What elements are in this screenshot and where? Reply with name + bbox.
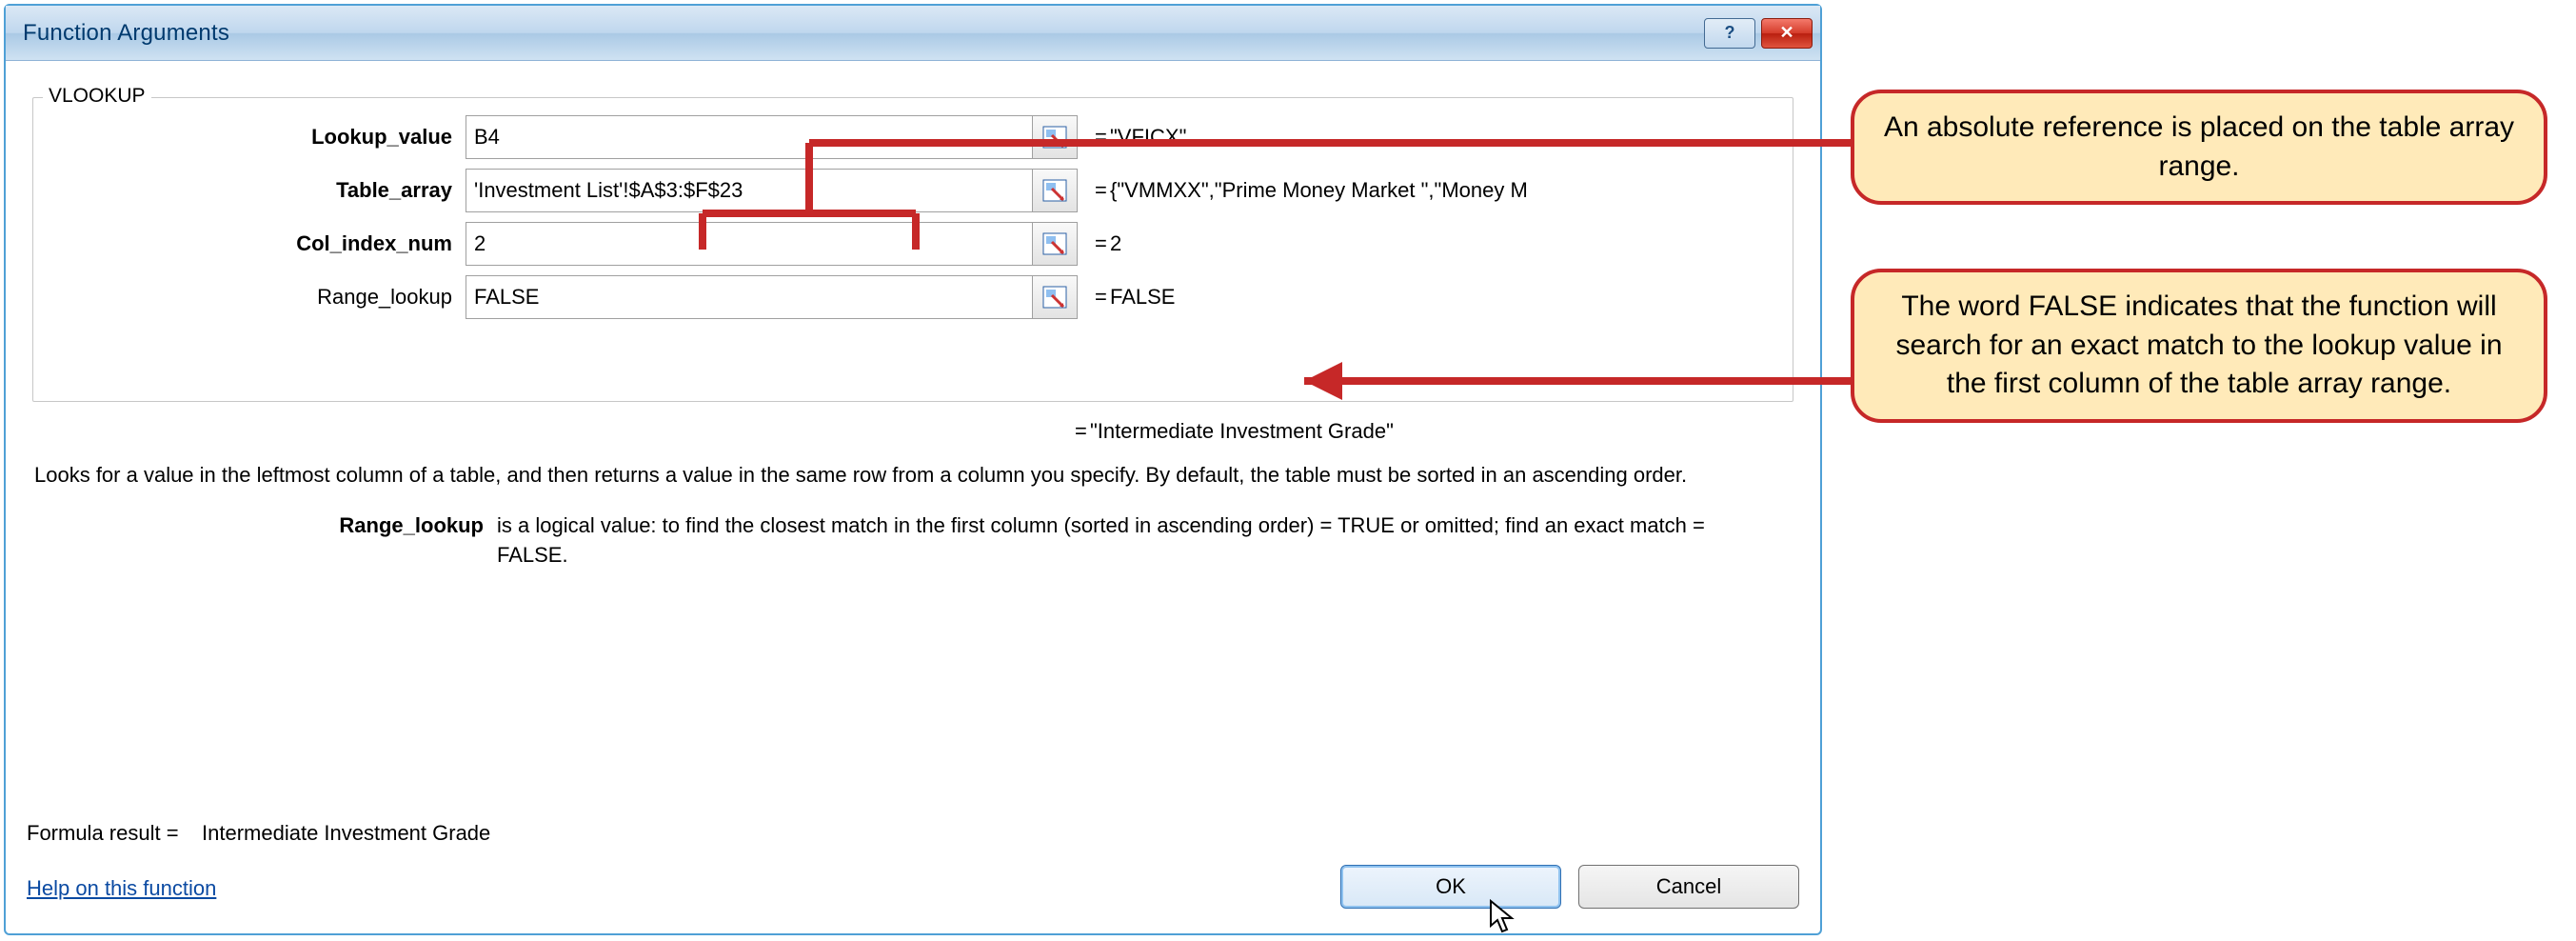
function-groupbox: VLOOKUP Lookup_value = "VFICX" Table_arr… [32,97,1793,402]
ok-button[interactable]: OK [1340,865,1561,909]
table-array-input[interactable] [466,169,1032,212]
range-picker-button[interactable] [1032,115,1078,159]
annotation-callout-bottom: The word FALSE indicates that the functi… [1851,269,2547,423]
formula-evaluated-line: = "Intermediate Investment Grade" [27,419,1799,444]
arg-row-range-lookup: Range_lookup = FALSE [47,275,1779,319]
collapse-dialog-icon [1042,179,1067,202]
arg-label: Col_index_num [47,231,466,256]
arg-row-lookup-value: Lookup_value = "VFICX" [47,115,1779,159]
range-picker-button[interactable] [1032,169,1078,212]
col-index-num-input[interactable] [466,222,1032,266]
annotation-callout-top: An absolute reference is placed on the t… [1851,90,2547,205]
help-on-this-function-link[interactable]: Help on this function [27,876,216,901]
arg-evaluated: FALSE [1110,285,1779,310]
help-button[interactable]: ? [1704,18,1755,49]
range-picker-button[interactable] [1032,222,1078,266]
collapse-dialog-icon [1042,232,1067,255]
arg-evaluated: 2 [1110,231,1779,256]
collapse-dialog-icon [1042,286,1067,309]
arg-row-col-index-num: Col_index_num = 2 [47,222,1779,266]
cancel-button[interactable]: Cancel [1578,865,1799,909]
equals-sign: = [1078,285,1110,310]
arg-label: Table_array [47,178,466,203]
function-description: Looks for a value in the leftmost column… [34,461,1792,491]
dialog-title: Function Arguments [23,20,229,47]
equals-sign: = [1058,419,1090,444]
function-name-legend: VLOOKUP [43,85,151,108]
selected-arg-description: Range_lookup is a logical value: to find… [27,511,1799,571]
range-lookup-input[interactable] [466,275,1032,319]
equals-sign: = [1078,178,1110,203]
arg-label: Range_lookup [47,285,466,310]
collapse-dialog-icon [1042,126,1067,149]
arg-evaluated: {"VMMXX","Prime Money Market ","Money M [1110,178,1779,203]
formula-result-value: Intermediate Investment Grade [202,821,490,845]
function-arguments-dialog: Function Arguments ? ✕ VLOOKUP Lookup_va… [4,4,1822,935]
mouse-cursor-icon [1489,899,1516,933]
selected-arg-text: is a logical value: to find the closest … [497,511,1734,571]
formula-result-label: Formula result = [27,821,179,845]
formula-result: Formula result = Intermediate Investment… [27,821,490,846]
equals-sign: = [1078,125,1110,150]
range-picker-button[interactable] [1032,275,1078,319]
dialog-body: VLOOKUP Lookup_value = "VFICX" Table_arr… [6,61,1820,933]
formula-evaluated-value: "Intermediate Investment Grade" [1090,419,1394,444]
arg-label: Lookup_value [47,125,466,150]
title-bar[interactable]: Function Arguments ? ✕ [6,6,1820,61]
equals-sign: = [1078,231,1110,256]
arg-row-table-array: Table_array = {"VMMXX","Prime Money Mark… [47,169,1779,212]
arg-evaluated: "VFICX" [1110,125,1779,150]
close-button[interactable]: ✕ [1761,18,1813,49]
selected-arg-name: Range_lookup [27,511,497,571]
lookup-value-input[interactable] [466,115,1032,159]
